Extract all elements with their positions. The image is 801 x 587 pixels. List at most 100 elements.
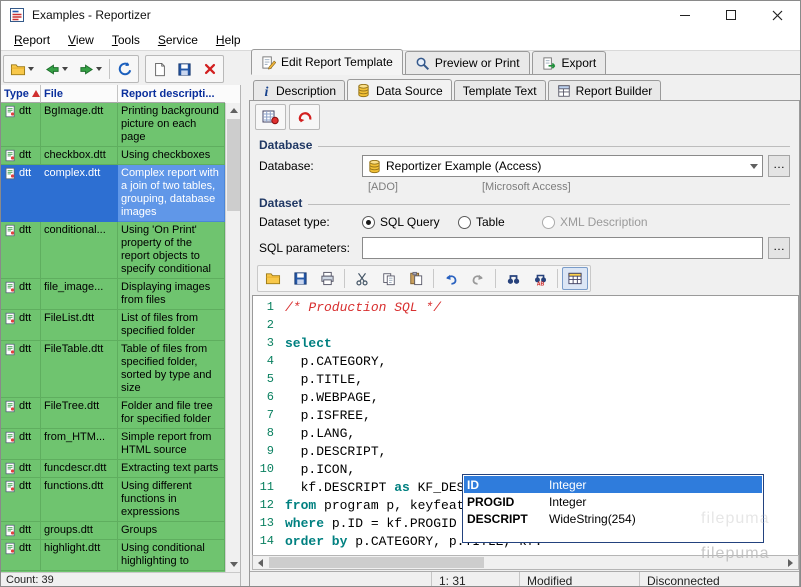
fields-icon xyxy=(567,271,583,286)
delete-report-button[interactable] xyxy=(197,57,222,81)
back-button[interactable] xyxy=(39,57,73,81)
menu-item-report[interactable]: Report xyxy=(5,30,59,50)
code-line[interactable]: 7 p.ISFREE, xyxy=(253,408,798,426)
completion-item[interactable]: DESCRIPTWideString(254) xyxy=(464,510,762,527)
radio-sql-query[interactable]: SQL Query xyxy=(362,215,458,229)
code-line[interactable]: 5 p.TITLE, xyxy=(253,372,798,390)
editor-horizontal-scrollbar[interactable] xyxy=(252,555,799,570)
table-row[interactable]: dttconditional...Using 'On Print' proper… xyxy=(1,222,226,279)
code-line[interactable]: 3select xyxy=(253,336,798,354)
table-row[interactable]: dttFileTable.dttTable of files from spec… xyxy=(1,341,226,398)
combo-dropdown-button[interactable] xyxy=(745,156,762,176)
table-row[interactable]: dttfunctions.dttUsing different function… xyxy=(1,478,226,522)
menu-item-service[interactable]: Service xyxy=(149,30,207,50)
menu-item-tools[interactable]: Tools xyxy=(103,30,149,50)
cell-file: checkbox.dtt xyxy=(41,147,118,165)
toolbar-separator xyxy=(109,59,110,79)
column-header-description[interactable]: Report descripti... xyxy=(118,85,225,103)
file-icon xyxy=(4,105,17,118)
code-line[interactable]: 2 xyxy=(253,318,798,336)
new-report-button[interactable] xyxy=(147,57,172,81)
menu-item-view[interactable]: View xyxy=(59,30,103,50)
column-header-type[interactable]: Type xyxy=(1,85,41,103)
code-line[interactable]: 8 p.LANG, xyxy=(253,426,798,444)
copy-button[interactable] xyxy=(376,267,402,290)
delete-icon xyxy=(203,62,217,76)
table-row[interactable]: dttfuncdescr.dttExtracting text parts xyxy=(1,460,226,478)
open-sql-button[interactable] xyxy=(260,267,286,290)
close-button[interactable] xyxy=(754,1,800,29)
table-row[interactable]: dttgroups.dttGroups xyxy=(1,522,226,540)
file-icon xyxy=(4,167,17,180)
menu-item-help[interactable]: Help xyxy=(207,30,250,50)
scrollbar-thumb[interactable] xyxy=(269,557,484,568)
column-header-file[interactable]: File xyxy=(41,85,118,103)
paste-button[interactable] xyxy=(403,267,429,290)
sub-tab-report-builder[interactable]: Report Builder xyxy=(548,80,662,100)
scroll-up-button[interactable] xyxy=(226,103,241,118)
completion-item[interactable]: PROGIDInteger xyxy=(464,493,762,510)
table-row[interactable]: dttcheckbox.dttUsing checkboxes xyxy=(1,147,226,165)
completion-item[interactable]: IDInteger xyxy=(464,476,762,493)
code-line[interactable]: 1/* Production SQL */ xyxy=(253,300,798,318)
field-type: Integer xyxy=(549,495,586,509)
sql-parameters-input[interactable] xyxy=(362,237,763,259)
main-tab-preview-or-print[interactable]: Preview or Print xyxy=(405,51,530,74)
database-combobox[interactable]: Reportizer Example (Access) xyxy=(362,155,763,177)
find-button[interactable] xyxy=(500,267,526,290)
file-icon xyxy=(4,480,17,493)
sub-tab-description[interactable]: iDescription xyxy=(253,80,345,100)
save-report-button[interactable] xyxy=(172,57,197,81)
scroll-right-button[interactable] xyxy=(783,556,798,569)
table-row[interactable]: dtthighlight.dttUsing conditional highli… xyxy=(1,540,226,571)
code-line[interactable]: 9 p.DESCRIPT, xyxy=(253,444,798,462)
scrollbar-thumb[interactable] xyxy=(227,119,240,211)
scroll-down-icon xyxy=(230,562,238,567)
table-vertical-scrollbar[interactable] xyxy=(225,103,240,572)
scroll-down-button[interactable] xyxy=(226,557,241,572)
revert-dataset-button[interactable] xyxy=(289,104,320,130)
open-report-button[interactable] xyxy=(5,57,39,81)
database-info-row: [ADO] [Microsoft Access] xyxy=(250,181,799,195)
find-field-button[interactable]: AB xyxy=(527,267,553,290)
sub-tab-template-text[interactable]: Template Text xyxy=(454,80,546,100)
maximize-button[interactable] xyxy=(708,1,754,29)
open-dataset-button[interactable] xyxy=(255,104,286,130)
code-line[interactable]: 4 p.CATEGORY, xyxy=(253,354,798,372)
insert-field-button[interactable] xyxy=(562,267,588,290)
radio-icon xyxy=(362,216,375,229)
main-tab-export[interactable]: Export xyxy=(532,51,607,74)
line-text: p.ICON, xyxy=(285,462,355,480)
sql-parameters-browse-button[interactable]: … xyxy=(768,237,790,259)
undo-button[interactable] xyxy=(438,267,464,290)
table-row[interactable]: dttFileTree.dttFolder and file tree for … xyxy=(1,398,226,429)
table-row[interactable]: dttfrom_HTM...Simple report from HTML so… xyxy=(1,429,226,460)
tab-label: Template Text xyxy=(463,84,537,98)
forward-button[interactable] xyxy=(73,57,107,81)
cell-type: dtt xyxy=(1,165,41,222)
file-icon xyxy=(4,149,17,162)
scroll-left-button[interactable] xyxy=(253,556,268,569)
save-icon xyxy=(177,62,192,77)
redo-button[interactable] xyxy=(465,267,491,290)
main-tab-edit-report-template[interactable]: Edit Report Template xyxy=(251,49,403,75)
print-sql-button[interactable] xyxy=(314,267,340,290)
radio-table[interactable]: Table xyxy=(458,215,542,229)
table-row[interactable]: dttBgImage.dttPrinting background pictur… xyxy=(1,103,226,147)
database-provider: [ADO] xyxy=(368,181,398,193)
maximize-icon xyxy=(726,10,736,20)
minimize-button[interactable] xyxy=(662,1,708,29)
refresh-button[interactable] xyxy=(112,57,137,81)
sub-tab-data-source[interactable]: Data Source xyxy=(347,79,452,101)
database-browse-button[interactable]: … xyxy=(768,155,790,177)
table-row[interactable]: dttfile_image...Displaying images from f… xyxy=(1,279,226,310)
table-row[interactable]: dttFileList.dttList of files from specif… xyxy=(1,310,226,341)
table-row[interactable]: dttcomplex.dttComplex report with a join… xyxy=(1,165,226,222)
cell-file: FileTree.dtt xyxy=(41,398,118,429)
save-sql-button[interactable] xyxy=(287,267,313,290)
radio-xml-description: XML Description xyxy=(542,215,648,229)
cut-button[interactable] xyxy=(349,267,375,290)
file-type: dtt xyxy=(19,224,31,237)
column-label: File xyxy=(44,88,63,100)
code-line[interactable]: 6 p.WEBPAGE, xyxy=(253,390,798,408)
